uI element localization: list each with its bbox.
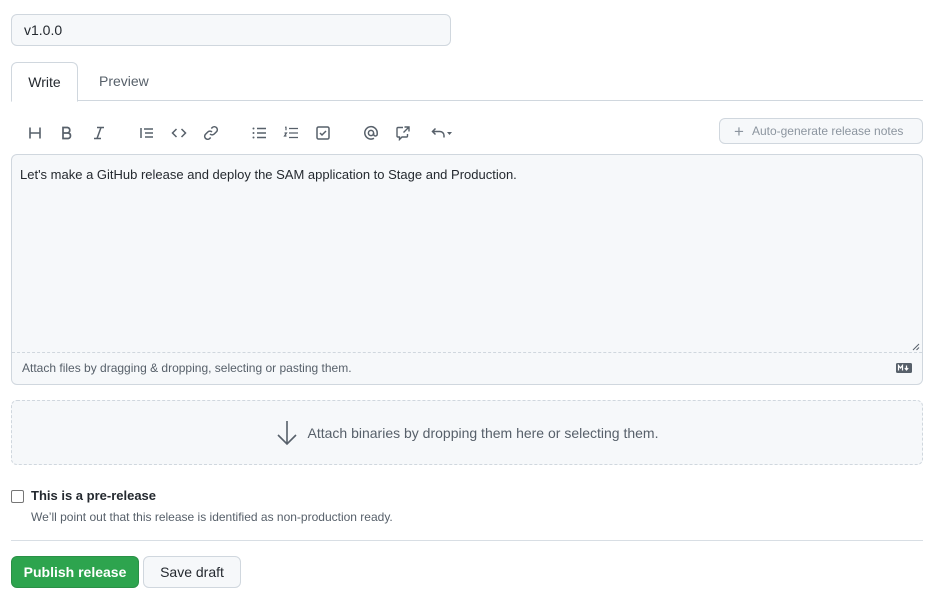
quote-icon[interactable] [135, 121, 159, 145]
arrow-down-icon [276, 420, 297, 445]
editor-tabs: Write Preview [11, 62, 923, 102]
mention-icon[interactable] [359, 121, 383, 145]
dropzone-label: Attach binaries by dropping them here or… [307, 424, 659, 441]
save-draft-button[interactable]: Save draft [143, 556, 241, 588]
prerelease-note: We’ll point out that this release is ide… [31, 510, 393, 524]
link-icon[interactable] [199, 121, 223, 145]
prerelease-label[interactable]: This is a pre-release [31, 488, 156, 503]
auto-generate-notes-button[interactable]: + Auto-generate release notes [719, 118, 923, 144]
auto-generate-label: Auto-generate release notes [751, 124, 904, 138]
resize-grip-icon[interactable] [912, 343, 920, 351]
release-notes-textarea[interactable]: Let's make a GitHub release and deploy t… [11, 154, 923, 385]
undo-icon[interactable] [427, 121, 457, 145]
attach-files-hint: Attach files by dragging & dropping, sel… [22, 361, 352, 375]
markdown-icon[interactable] [896, 363, 912, 373]
code-icon[interactable] [167, 121, 191, 145]
tag-name-input[interactable]: v1.0.0 [11, 14, 451, 46]
reference-icon[interactable] [391, 121, 415, 145]
ordered-list-icon[interactable] [279, 121, 303, 145]
unordered-list-icon[interactable] [247, 121, 271, 145]
publish-release-button[interactable]: Publish release [11, 556, 139, 588]
markdown-toolbar: + Auto-generate release notes [11, 118, 923, 146]
heading-icon[interactable] [23, 121, 47, 145]
tab-preview[interactable]: Preview [83, 62, 165, 101]
attach-files-bar[interactable]: Attach files by dragging & dropping, sel… [12, 352, 922, 384]
binaries-dropzone[interactable]: Attach binaries by dropping them here or… [11, 400, 923, 465]
tab-write[interactable]: Write [11, 62, 78, 102]
italic-icon[interactable] [87, 121, 111, 145]
bold-icon[interactable] [55, 121, 79, 145]
plus-icon: + [734, 121, 744, 141]
task-list-icon[interactable] [311, 121, 335, 145]
release-notes-text: Let's make a GitHub release and deploy t… [20, 167, 517, 182]
divider [11, 540, 923, 541]
prerelease-checkbox[interactable] [11, 490, 24, 503]
